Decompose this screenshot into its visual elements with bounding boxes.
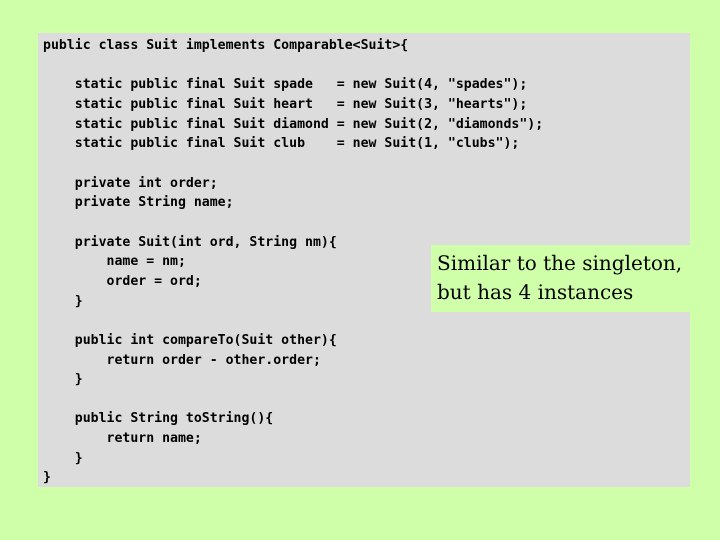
slide-canvas: public class Suit implements Comparable<… <box>0 0 720 540</box>
annotation-callout-line-1: Similar to the singleton, <box>437 251 683 275</box>
annotation-callout-line-2: but has 4 instances <box>437 280 634 304</box>
annotation-callout: Similar to the singleton, but has 4 inst… <box>431 245 694 312</box>
